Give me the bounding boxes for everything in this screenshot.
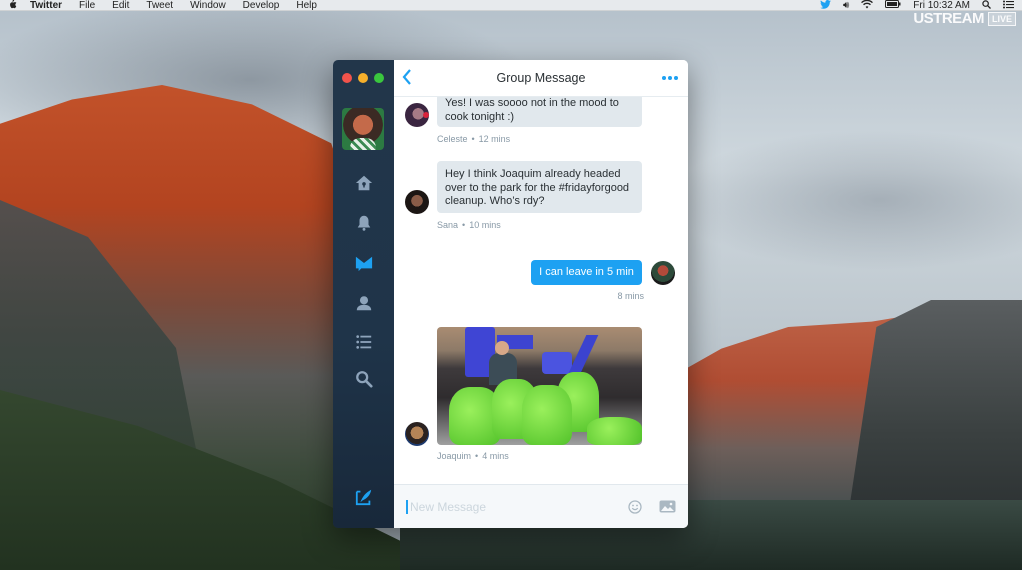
menu-help[interactable]: Help bbox=[296, 0, 317, 11]
minimize-window-button[interactable] bbox=[358, 73, 368, 83]
envelope-icon bbox=[355, 256, 372, 272]
wifi-icon[interactable] bbox=[861, 0, 874, 12]
message-time: 4 mins bbox=[482, 451, 509, 461]
sender-name[interactable]: Sana bbox=[437, 220, 458, 230]
window-controls bbox=[342, 73, 384, 83]
compose-tweet-icon bbox=[355, 489, 371, 506]
new-message-input[interactable] bbox=[406, 499, 606, 514]
conversation-title: Group Message bbox=[496, 71, 586, 85]
battery-icon[interactable] bbox=[885, 0, 901, 11]
sender-name[interactable]: Celeste bbox=[437, 134, 468, 144]
sidebar-item-messages[interactable] bbox=[333, 251, 394, 275]
sidebar-item-search[interactable] bbox=[333, 367, 394, 391]
menu-bar: Twitter File Edit Tweet Window Develop H… bbox=[0, 0, 1022, 11]
message-composer bbox=[394, 484, 688, 528]
bell-icon bbox=[357, 215, 370, 231]
chevron-left-icon bbox=[402, 69, 411, 85]
compose-tweet-button[interactable] bbox=[333, 485, 394, 509]
avatar-me[interactable] bbox=[651, 261, 675, 285]
message-time: 10 mins bbox=[469, 220, 501, 230]
avatar-sana[interactable] bbox=[405, 190, 429, 214]
menu-twitter[interactable]: Twitter bbox=[30, 0, 62, 11]
ustream-logo: USTREAM bbox=[913, 10, 984, 27]
message-meta: 8 mins bbox=[617, 291, 644, 301]
emoji-icon bbox=[628, 500, 642, 514]
message-bubble: Yes! I was soooo not in the mood to cook… bbox=[437, 97, 642, 127]
list-icon bbox=[355, 335, 371, 349]
message-time: 8 mins bbox=[617, 291, 644, 301]
menu-file[interactable]: File bbox=[79, 0, 95, 11]
sidebar-item-notifications[interactable] bbox=[333, 211, 394, 235]
person-icon bbox=[356, 296, 371, 311]
message-time: 12 mins bbox=[478, 134, 511, 144]
sidebar-item-profile[interactable] bbox=[333, 291, 394, 315]
image-icon bbox=[659, 500, 676, 513]
menu-edit[interactable]: Edit bbox=[112, 0, 129, 11]
sender-name[interactable]: Joaquim bbox=[437, 451, 471, 461]
search-icon bbox=[355, 371, 373, 388]
more-options-button[interactable] bbox=[662, 70, 678, 80]
ustream-overlay: USTREAM LIVE bbox=[913, 10, 1016, 27]
avatar-celeste[interactable] bbox=[405, 103, 429, 127]
account-avatar[interactable] bbox=[342, 108, 384, 150]
home-icon bbox=[355, 175, 372, 191]
more-dots-icon bbox=[662, 76, 666, 80]
message-list[interactable]: Yes! I was soooo not in the mood to cook… bbox=[394, 97, 688, 484]
back-button[interactable] bbox=[402, 69, 412, 90]
twitter-bird-icon[interactable] bbox=[820, 0, 831, 12]
apple-icon[interactable] bbox=[8, 0, 20, 12]
close-window-button[interactable] bbox=[342, 73, 352, 83]
add-image-button[interactable] bbox=[659, 500, 676, 518]
twitter-app-window: Group Message Yes! I was soooo not in th… bbox=[333, 60, 688, 528]
my-message-bubble: I can leave in 5 min bbox=[531, 260, 642, 285]
message-meta: Sana • 10 mins bbox=[437, 220, 501, 230]
photo-attachment[interactable] bbox=[437, 327, 642, 445]
avatar-joaquim[interactable] bbox=[405, 422, 429, 446]
message-meta: Joaquim • 4 mins bbox=[437, 451, 509, 461]
menu-develop[interactable]: Develop bbox=[243, 0, 280, 11]
volume-icon[interactable]: 🔊︎ bbox=[843, 0, 849, 11]
conversation-header: Group Message bbox=[394, 60, 688, 97]
sidebar-item-lists[interactable] bbox=[333, 330, 394, 354]
sidebar bbox=[333, 60, 394, 528]
message-meta: Celeste • 12 mins bbox=[437, 134, 511, 144]
conversation-pane: Group Message Yes! I was soooo not in th… bbox=[394, 60, 688, 528]
message-bubble: Hey I think Joaquim already headed over … bbox=[437, 161, 642, 213]
emoji-button[interactable] bbox=[628, 500, 642, 519]
menu-window[interactable]: Window bbox=[190, 0, 226, 11]
live-badge: LIVE bbox=[987, 11, 1016, 26]
zoom-window-button[interactable] bbox=[374, 73, 384, 83]
menu-tweet[interactable]: Tweet bbox=[146, 0, 173, 11]
sidebar-item-home[interactable] bbox=[333, 171, 394, 195]
